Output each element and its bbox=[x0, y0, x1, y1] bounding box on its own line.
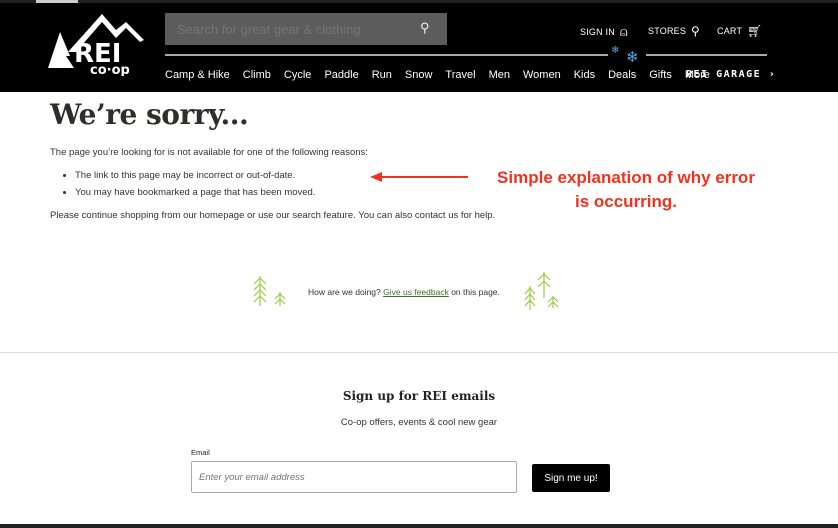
annotation-arrow bbox=[370, 172, 468, 182]
page-title: We’re sorry... bbox=[50, 98, 249, 131]
continue-text: Please continue shopping from our homepa… bbox=[50, 210, 496, 221]
sign-in-label: SIGN IN bbox=[580, 27, 615, 37]
feedback-link[interactable]: Give us feedback bbox=[383, 287, 449, 297]
snowflake-icon: ❄ bbox=[626, 49, 639, 66]
sign-in-link[interactable]: SIGN IN ⍝ bbox=[580, 24, 628, 40]
reasons-list: The link to this page may be incorrect o… bbox=[62, 170, 315, 204]
nav-deals[interactable]: Deals bbox=[608, 69, 636, 81]
divider bbox=[165, 54, 608, 56]
divider bbox=[0, 352, 838, 353]
rei-logo[interactable]: REI co·op bbox=[46, 12, 148, 76]
search-icon[interactable]: ⚲ bbox=[420, 20, 430, 36]
user-icon: ⍝ bbox=[619, 24, 628, 39]
list-item: You may have bookmarked a page that has … bbox=[75, 187, 315, 198]
top-strip bbox=[0, 0, 838, 3]
footer-strip bbox=[0, 524, 838, 528]
signup-subtitle: Co-op offers, events & cool new gear bbox=[340, 417, 498, 428]
feedback-prefix: How are we doing? bbox=[308, 287, 381, 297]
intro-text: The page you’re looking for is not avail… bbox=[50, 147, 368, 158]
tree-icon bbox=[524, 272, 559, 310]
nav-kids[interactable]: Kids bbox=[574, 69, 595, 81]
annotation-line: Simple explanation of why error bbox=[497, 168, 755, 187]
cart-icon: 🛒︎ bbox=[747, 24, 763, 38]
location-pin-icon: ⚲ bbox=[691, 24, 701, 38]
nav-camp-hike[interactable]: Camp & Hike bbox=[165, 69, 230, 81]
chevron-right-icon: › bbox=[761, 69, 777, 80]
cart-label: CART bbox=[717, 26, 743, 36]
nav-gifts[interactable]: Gifts bbox=[649, 69, 672, 81]
nav-run[interactable]: Run bbox=[372, 69, 392, 81]
signup-title: Sign up for REI emails bbox=[342, 389, 496, 403]
rei-garage-label: REI GARAGE bbox=[686, 69, 762, 80]
site-header: REI co·op ⚲ SIGN IN⍝ STORES⚲ CART🛒︎ ❄ ❄ … bbox=[0, 0, 838, 92]
nav-paddle[interactable]: Paddle bbox=[324, 69, 358, 81]
nav-snow[interactable]: Snow bbox=[405, 69, 433, 81]
nav-cycle[interactable]: Cycle bbox=[284, 69, 312, 81]
nav-women[interactable]: Women bbox=[523, 69, 561, 81]
nav-climb[interactable]: Climb bbox=[243, 69, 271, 81]
snowflake-icon: ❄ bbox=[611, 45, 620, 56]
annotation-line: is occurring. bbox=[574, 192, 678, 211]
svg-text:co·op: co·op bbox=[90, 63, 130, 76]
feedback-text: How are we doing? Give us feedback on th… bbox=[308, 287, 500, 297]
nav-travel[interactable]: Travel bbox=[445, 69, 475, 81]
feedback-suffix: on this page. bbox=[451, 287, 500, 297]
search-input[interactable] bbox=[165, 13, 447, 45]
list-item: The link to this page may be incorrect o… bbox=[75, 170, 315, 181]
rei-garage-link[interactable]: REI GARAGE › bbox=[686, 69, 776, 80]
stores-link[interactable]: STORES ⚲ bbox=[648, 24, 700, 38]
sign-up-button[interactable]: Sign me up! bbox=[532, 464, 610, 492]
nav-men[interactable]: Men bbox=[489, 69, 510, 81]
main-nav: Camp & Hike Climb Cycle Paddle Run Snow … bbox=[165, 69, 723, 81]
stores-label: STORES bbox=[648, 26, 687, 36]
email-field[interactable] bbox=[191, 461, 517, 493]
tree-icon bbox=[253, 276, 286, 306]
annotation-text: Simple explanation of why error is occur… bbox=[476, 166, 776, 214]
cart-link[interactable]: CART 🛒︎ bbox=[717, 24, 763, 38]
email-label: Email bbox=[191, 448, 210, 457]
divider bbox=[646, 54, 767, 56]
